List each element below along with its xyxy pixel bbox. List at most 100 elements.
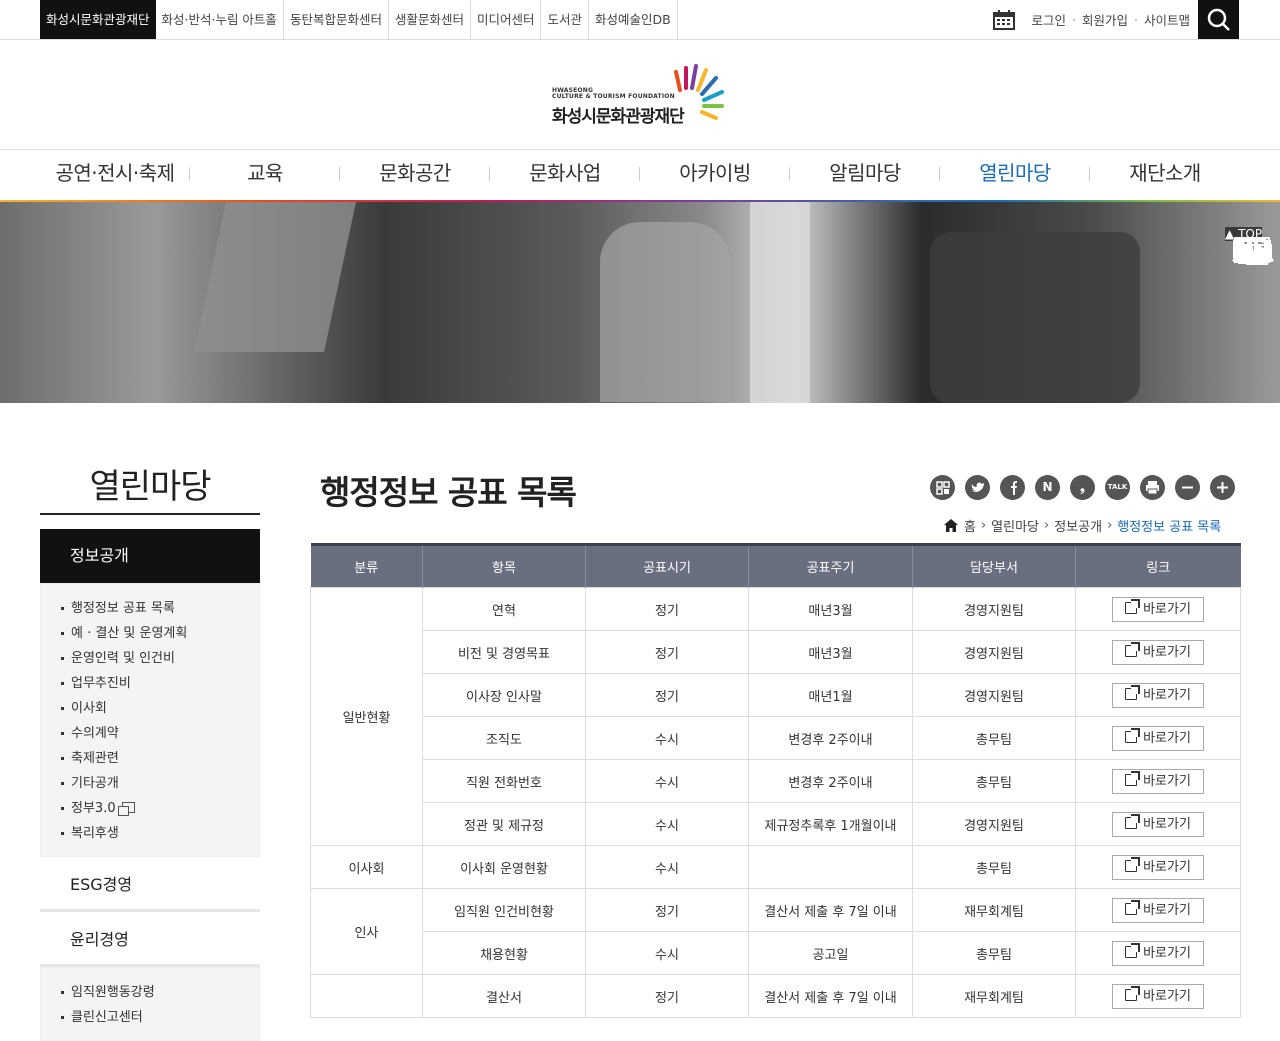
- sidebar-section-ethics[interactable]: 윤리경영: [40, 912, 260, 967]
- twitter-icon[interactable]: [965, 475, 990, 500]
- col-header-department: 담당부서: [912, 543, 1076, 588]
- site-tab-media-center[interactable]: 미디어센터: [471, 0, 542, 39]
- site-tab-dongtan-center[interactable]: 동탄복합문화센터: [284, 0, 389, 39]
- chevron-right-icon: ›: [980, 517, 987, 533]
- qr-code-icon[interactable]: [930, 475, 955, 500]
- row-department: 총무팀: [912, 759, 1076, 803]
- row-category: 인사: [310, 888, 423, 975]
- sidebar-item-gov30[interactable]: 정부3.0: [61, 796, 259, 821]
- row-link-cell: 바로가기: [1075, 630, 1241, 674]
- row-link-cell: 바로가기: [1075, 673, 1241, 717]
- table-row: 채용현황 수시 공고일 총무팀 바로가기: [311, 931, 1241, 975]
- row-link-cell: 바로가기: [1075, 759, 1241, 803]
- top-utility-bar: 화성시문화관광재단 화성·반석·누림 아트홀 동탄복합문화센터 생활문화센터 미…: [0, 0, 1280, 40]
- row-timing: 수시: [585, 931, 749, 975]
- login-link[interactable]: 로그인: [1031, 10, 1066, 29]
- nav-culture-space[interactable]: 문화공간: [340, 150, 490, 200]
- sidebar-item-code-of-conduct[interactable]: 임직원행동강령: [61, 980, 259, 1005]
- sidebar-section-info-disclosure[interactable]: 정보공개: [40, 529, 260, 583]
- site-tab-library[interactable]: 도서관: [541, 0, 589, 39]
- nav-culture-business[interactable]: 문화사업: [490, 150, 640, 200]
- print-icon[interactable]: [1140, 475, 1165, 500]
- sidebar-item-admin-list[interactable]: 행정정보 공표 목록: [61, 596, 259, 621]
- row-link-cell: 바로가기: [1075, 974, 1241, 1018]
- hero-banner-image: [0, 202, 1280, 403]
- zoom-out-icon[interactable]: [1175, 475, 1200, 500]
- nav-open-square[interactable]: 열린마당: [940, 150, 1090, 200]
- go-link-button[interactable]: 바로가기: [1112, 983, 1204, 1009]
- row-item: 직원 전화번호: [422, 759, 586, 803]
- sidebar-item-personnel[interactable]: 운영인력 및 인건비: [61, 646, 259, 671]
- go-link-label: 바로가기: [1143, 816, 1191, 832]
- breadcrumb: 홈 › 열린마당 › 정보공개 › 행정정보 공표 목록: [944, 516, 1240, 534]
- external-link-icon: [1125, 727, 1141, 743]
- site-tab-life-culture[interactable]: 생활문화센터: [389, 0, 471, 39]
- facebook-icon[interactable]: [1000, 475, 1025, 500]
- nav-archiving[interactable]: 아카이빙: [640, 150, 790, 200]
- home-icon[interactable]: [944, 518, 958, 532]
- go-link-button[interactable]: 바로가기: [1112, 897, 1204, 923]
- go-link-label: 바로가기: [1143, 859, 1191, 875]
- go-link-button[interactable]: 바로가기: [1112, 768, 1204, 794]
- row-cycle: 결산서 제출 후 7일 이내: [748, 974, 913, 1018]
- sidebar-item-etc[interactable]: 기타공개: [61, 771, 259, 796]
- row-cycle: 제규정추록후 1개월이내: [748, 802, 913, 846]
- main-navigation: 공연·전시·축제 교육 문화공간 문화사업 아카이빙 알림마당 열린마당 재단소…: [0, 149, 1280, 203]
- go-link-button[interactable]: 바로가기: [1112, 596, 1204, 622]
- go-link-button[interactable]: 바로가기: [1112, 725, 1204, 751]
- sidebar-item-expense[interactable]: 업무추진비: [61, 671, 259, 696]
- band-icon[interactable]: ❟: [1070, 475, 1095, 500]
- sidebar-section-esg[interactable]: ESG경영: [40, 857, 260, 912]
- row-timing: 수시: [585, 759, 749, 803]
- zoom-in-icon[interactable]: [1210, 475, 1235, 500]
- go-link-button[interactable]: 바로가기: [1112, 940, 1204, 966]
- breadcrumb-open-square[interactable]: 열린마당: [991, 516, 1039, 535]
- go-link-button[interactable]: 바로가기: [1112, 811, 1204, 837]
- table-row: 일반현황 연혁 정기 매년3월 경영지원팀 바로가기: [310, 587, 1241, 846]
- row-link-cell: 바로가기: [1075, 802, 1241, 846]
- row-department: 경영지원팀: [912, 587, 1076, 631]
- nav-education[interactable]: 교육: [190, 150, 340, 200]
- row-cycle: [748, 845, 913, 889]
- kakaotalk-icon[interactable]: TALK: [1105, 475, 1130, 500]
- table-row: 조직도 수시 변경후 2주이내 총무팀 바로가기: [311, 716, 1241, 760]
- sidebar-item-contract[interactable]: 수의계약: [61, 721, 259, 746]
- go-link-label: 바로가기: [1143, 945, 1191, 961]
- breadcrumb-home[interactable]: 홈: [964, 516, 976, 535]
- go-link-button[interactable]: 바로가기: [1112, 854, 1204, 880]
- row-department: 총무팀: [912, 716, 1076, 760]
- row-department: 재무회계팀: [912, 888, 1076, 932]
- nav-about[interactable]: 재단소개: [1090, 150, 1240, 200]
- sidebar-item-board[interactable]: 이사회: [61, 696, 259, 721]
- breadcrumb-current: 행정정보 공표 목록: [1117, 519, 1222, 535]
- row-category: [310, 974, 423, 1018]
- naver-icon[interactable]: N: [1035, 475, 1060, 500]
- row-timing: 정기: [585, 974, 749, 1018]
- go-link-button[interactable]: 바로가기: [1112, 682, 1204, 708]
- row-cycle: 매년1월: [748, 673, 913, 717]
- search-button[interactable]: [1198, 0, 1239, 39]
- breadcrumb-info-disclosure[interactable]: 정보공개: [1054, 516, 1102, 535]
- nav-notice[interactable]: 알림마당: [790, 150, 940, 200]
- sidebar-item-clean-report[interactable]: 클린신고센터: [61, 1005, 259, 1030]
- external-link-icon: [1125, 770, 1141, 786]
- sitemap-link[interactable]: 사이트맵: [1144, 10, 1190, 29]
- site-tab-artist-db[interactable]: 화성예술인DB: [589, 0, 678, 39]
- separator-dot: ·: [1072, 12, 1076, 27]
- row-cycle: 매년3월: [748, 630, 913, 674]
- sidebar-item-budget[interactable]: 예 · 결산 및 운영계획: [61, 621, 259, 646]
- join-link[interactable]: 회원가입: [1082, 10, 1128, 29]
- sidebar-item-festival[interactable]: 축제관련: [61, 746, 259, 771]
- sidebar-item-welfare[interactable]: 복리후생: [61, 821, 259, 846]
- page-title: 행정정보 공표 목록: [320, 473, 577, 512]
- site-tab-foundation[interactable]: 화성시문화관광재단: [40, 0, 156, 39]
- chevron-right-icon: ›: [1044, 517, 1050, 533]
- row-timing: 정기: [585, 587, 749, 631]
- nav-performance[interactable]: 공연·전시·축제: [40, 150, 190, 200]
- site-tab-arthall[interactable]: 화성·반석·누림 아트홀: [156, 0, 284, 39]
- col-header-link: 링크: [1075, 543, 1241, 588]
- table-row: 이사장 인사말 정기 매년1월 경영지원팀 바로가기: [311, 673, 1241, 717]
- site-logo[interactable]: HWASEONG CULTURE & TOURISM FOUNDATION 화성…: [552, 62, 732, 127]
- go-link-button[interactable]: 바로가기: [1112, 639, 1204, 665]
- calendar-icon[interactable]: [993, 9, 1016, 30]
